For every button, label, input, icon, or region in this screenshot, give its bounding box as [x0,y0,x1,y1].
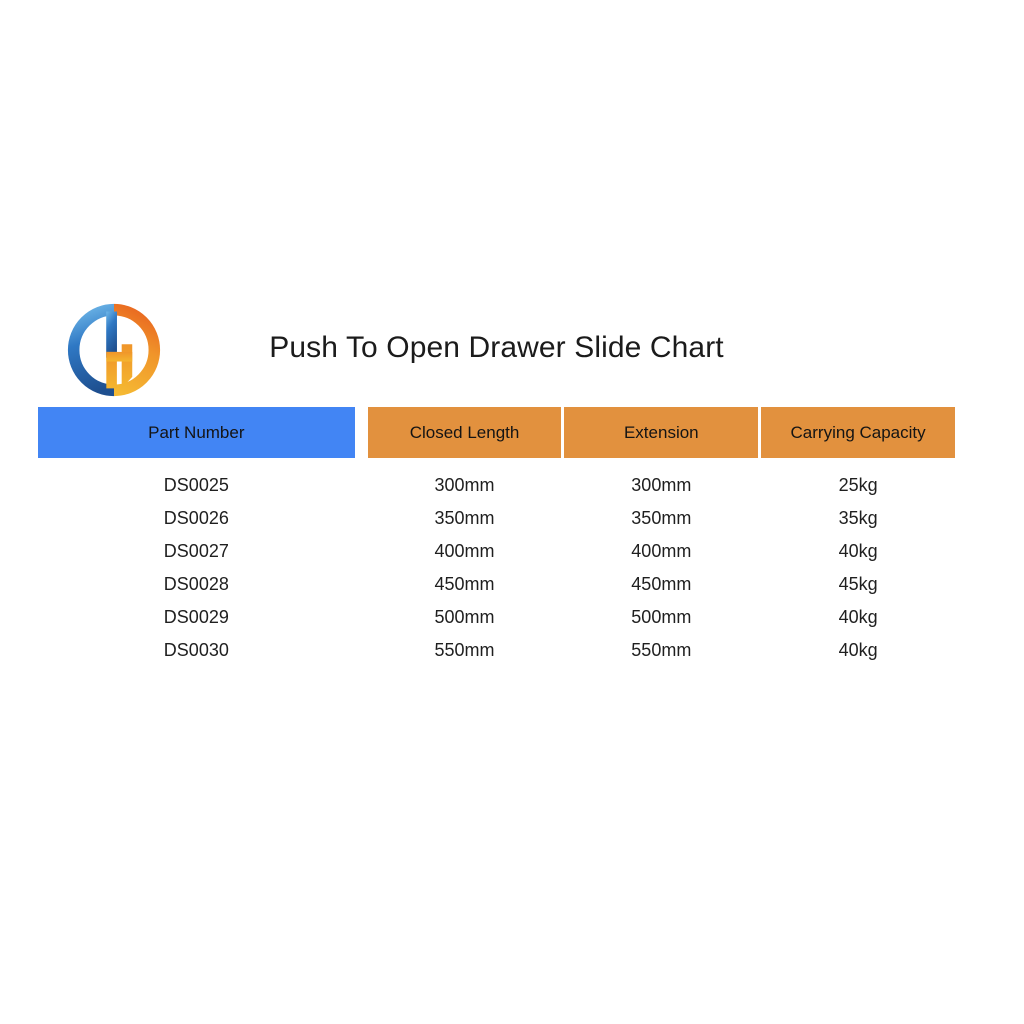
cell-extension: 550mm [631,640,692,660]
column-header-extension: Extension [564,407,759,458]
cell-carrying-capacity: 40kg [838,640,878,660]
cell-carrying-capacity: 45kg [838,574,878,594]
cell-part-number: DS0030 [163,640,229,660]
cell-carrying-capacity: 40kg [838,607,878,627]
drawer-slide-spec-table: Part Number Closed Length Extension Carr… [38,407,955,667]
page-title: Push To Open Drawer Slide Chart [269,331,724,364]
cell-closed-length: 300mm [434,475,495,495]
table-row: DS0029 500mm 500mm 40kg [38,601,955,634]
cell-extension: 350mm [631,508,692,528]
cell-part-number: DS0025 [163,475,229,495]
cell-extension: 500mm [631,607,692,627]
cell-part-number: DS0026 [163,508,229,528]
cell-part-number: DS0029 [163,607,229,627]
cell-carrying-capacity: 40kg [838,541,878,561]
table-row: DS0025 300mm 300mm 25kg [38,469,955,502]
table-row: DS0028 450mm 450mm 45kg [38,568,955,601]
column-header-carrying-capacity: Carrying Capacity [761,407,955,458]
cell-closed-length: 500mm [434,607,495,627]
cell-extension: 450mm [631,574,692,594]
cell-closed-length: 400mm [434,541,495,561]
cell-closed-length: 450mm [434,574,495,594]
column-header-part-number: Part Number [38,407,355,458]
cell-carrying-capacity: 35kg [838,508,878,528]
cell-part-number: DS0027 [163,541,229,561]
table-row: DS0027 400mm 400mm 40kg [38,535,955,568]
table-row: DS0026 350mm 350mm 35kg [38,502,955,535]
cell-part-number: DS0028 [163,574,229,594]
cell-closed-length: 350mm [434,508,495,528]
table-row: DS0030 550mm 550mm 40kg [38,634,955,667]
page-root: Push To Open Drawer Slide Chart Part Num… [0,0,1024,1024]
table-body: DS0025 300mm 300mm 25kg DS0026 350mm 350mm 35kg… [38,458,955,667]
cell-extension: 300mm [631,475,692,495]
cell-extension: 400mm [631,541,692,561]
header-gap [354,407,368,458]
table-header-row: Part Number Closed Length Extension Carr… [38,407,955,458]
chart-header: Push To Open Drawer Slide Chart [38,296,955,400]
cell-carrying-capacity: 25kg [838,475,878,495]
column-header-closed-length: Closed Length [367,407,562,458]
cell-closed-length: 550mm [434,640,495,660]
